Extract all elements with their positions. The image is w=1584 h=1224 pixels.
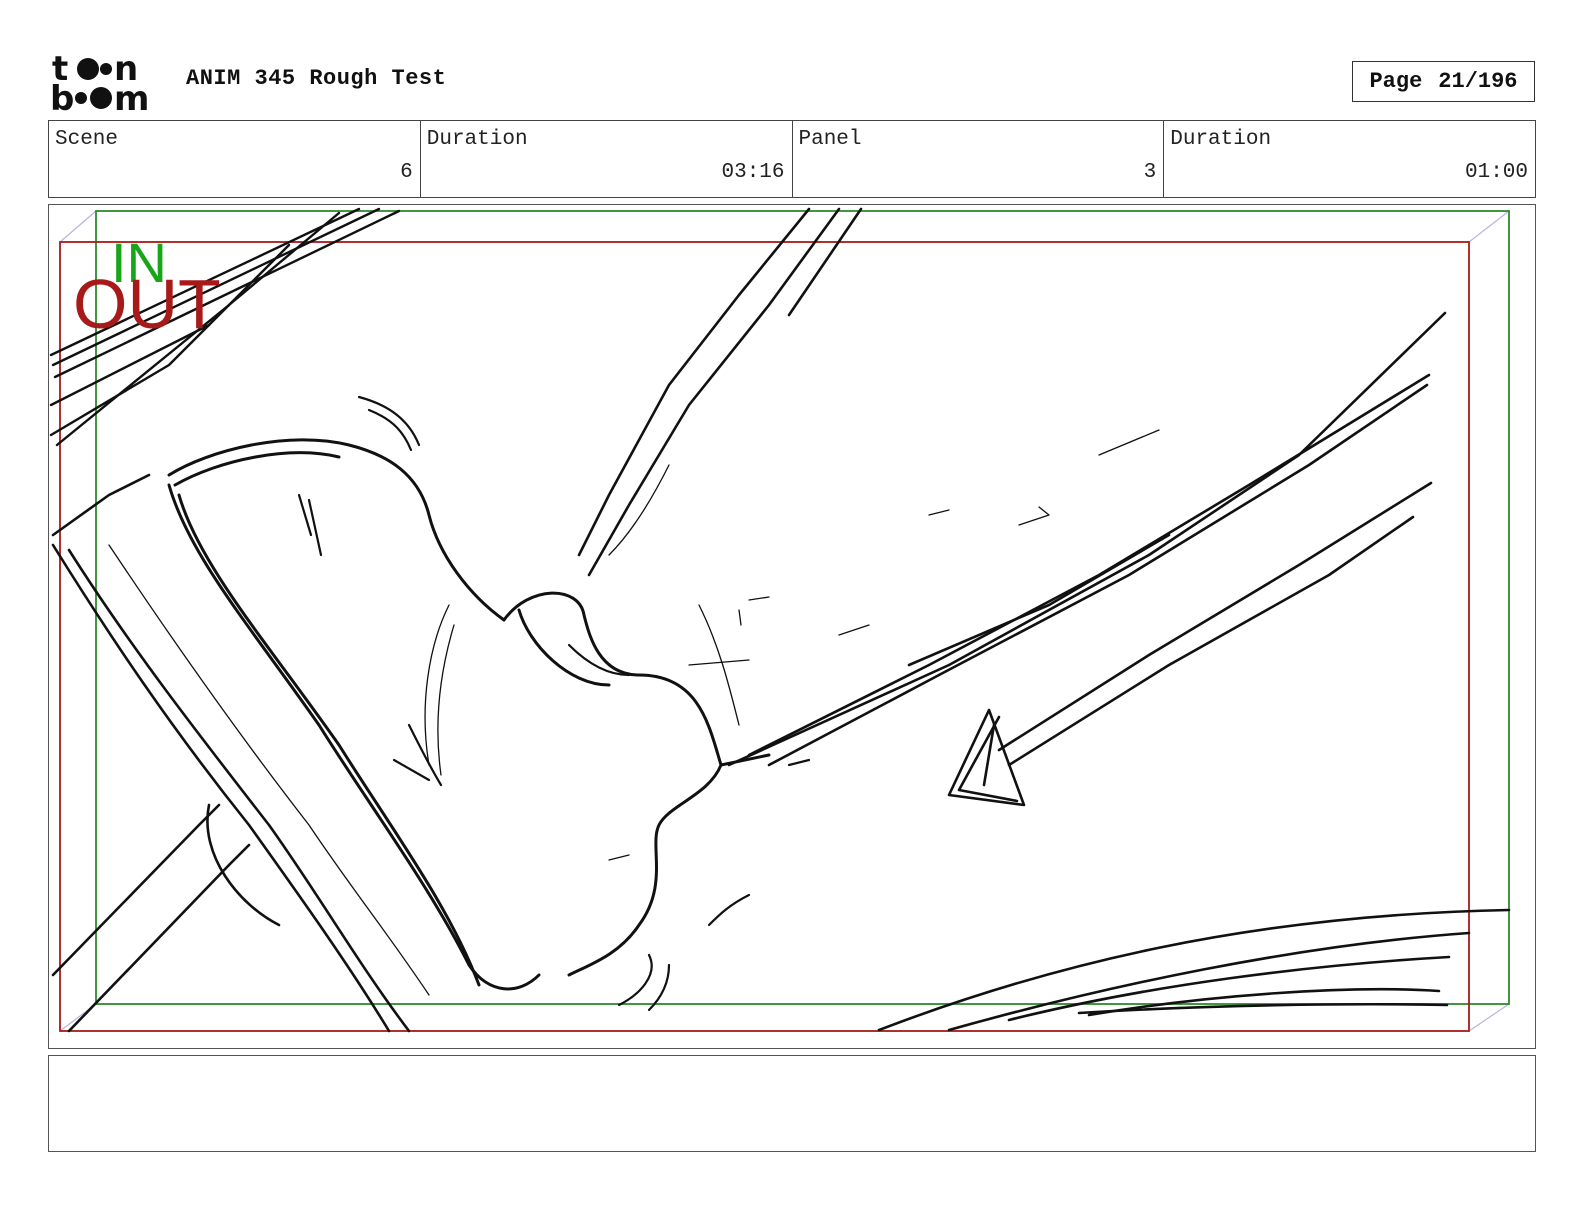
panel-value: 3: [1143, 161, 1157, 184]
panel-duration-label: Duration: [1170, 128, 1272, 151]
in-frame: [95, 210, 1510, 1005]
scene-duration-label: Duration: [426, 128, 528, 151]
panel-duration-cell: Duration 01:00: [1164, 121, 1535, 197]
camera-guides: [59, 210, 1510, 1032]
out-frame-label: OUT: [73, 265, 221, 343]
panel-sketch: [49, 207, 1511, 1033]
rough-sketch: [49, 207, 1511, 1033]
out-frame: [59, 241, 1470, 1032]
page-number: 21/196: [1438, 69, 1518, 94]
scene-duration-value: 03:16: [721, 161, 785, 184]
scene-value: 6: [400, 161, 413, 184]
storyboard-page: t n b m ANIM 345 Rough Test Page 21/196 …: [0, 0, 1584, 1224]
scene-label: Scene: [55, 128, 119, 151]
caption-box: [48, 1055, 1536, 1152]
project-title: ANIM 345 Rough Test: [186, 66, 447, 91]
panel-duration-value: 01:00: [1464, 161, 1528, 184]
svg-text:m: m: [114, 79, 149, 112]
storyboard-panel: IN OUT: [48, 204, 1536, 1049]
panel-label: Panel: [798, 128, 862, 151]
svg-text:b: b: [50, 79, 74, 112]
page-label: Page: [1369, 69, 1423, 94]
scene-duration-cell: Duration 03:16: [421, 121, 793, 197]
panel-cell: Panel 3: [793, 121, 1165, 197]
scene-cell: Scene 6: [49, 121, 421, 197]
toon-boom-logo: t n b m: [50, 52, 149, 112]
page-indicator: Page 21/196: [1352, 61, 1535, 102]
scene-info-row: Scene 6 Duration 03:16 Panel 3 Duration …: [48, 120, 1536, 198]
